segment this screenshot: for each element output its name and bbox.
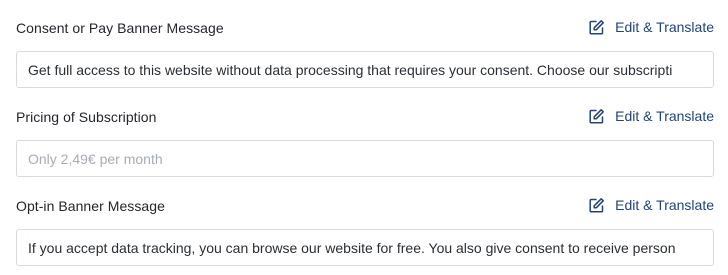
edit-translate-label: Edit & Translate: [615, 19, 714, 35]
field-header: Opt-in Banner Message Edit & Translate: [16, 197, 714, 217]
edit-translate-opt-in-button[interactable]: Edit & Translate: [588, 196, 714, 214]
opt-in-banner-message-label: Opt-in Banner Message: [16, 198, 165, 214]
pricing-of-subscription-field: Pricing of Subscription Edit & Translate: [16, 108, 714, 177]
consent-or-pay-banner-message-input[interactable]: [16, 51, 714, 88]
opt-in-banner-message-field: Opt-in Banner Message Edit & Translate: [16, 197, 714, 266]
edit-translate-label: Edit & Translate: [615, 108, 714, 124]
edit-translate-consent-or-pay-button[interactable]: Edit & Translate: [588, 18, 714, 36]
edit-icon: [588, 108, 605, 125]
settings-form: Consent or Pay Banner Message Edit & Tra…: [0, 0, 728, 275]
pricing-of-subscription-input[interactable]: [16, 140, 714, 177]
field-header: Consent or Pay Banner Message Edit & Tra…: [16, 19, 714, 39]
consent-or-pay-banner-message-field: Consent or Pay Banner Message Edit & Tra…: [16, 19, 714, 88]
edit-icon: [588, 197, 605, 214]
opt-in-banner-message-input[interactable]: [16, 229, 714, 266]
pricing-of-subscription-label: Pricing of Subscription: [16, 109, 157, 125]
edit-translate-label: Edit & Translate: [615, 197, 714, 213]
edit-translate-pricing-button[interactable]: Edit & Translate: [588, 107, 714, 125]
consent-or-pay-banner-message-label: Consent or Pay Banner Message: [16, 20, 224, 36]
field-header: Pricing of Subscription Edit & Translate: [16, 108, 714, 128]
edit-icon: [588, 19, 605, 36]
